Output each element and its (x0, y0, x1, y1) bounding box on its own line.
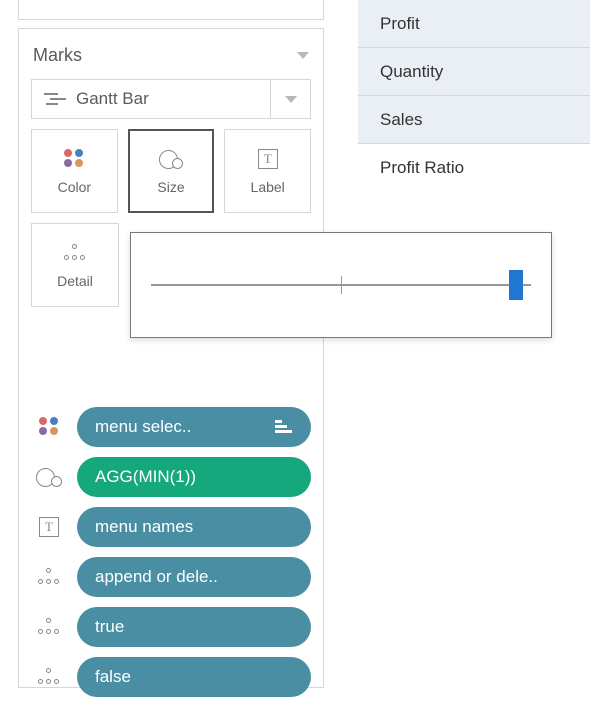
detail-shelf-label: Detail (57, 273, 93, 289)
color-icon (38, 417, 60, 437)
marks-card-header: Marks (29, 35, 313, 75)
size-slider-popup (130, 232, 552, 338)
marks-card: Marks Gantt Bar Color Size T Label (18, 28, 324, 688)
size-slider-track[interactable] (151, 284, 531, 286)
mark-type-display: Gantt Bar (32, 89, 270, 109)
sort-icon (275, 420, 293, 434)
chevron-down-icon (285, 96, 297, 103)
pill-row: Tmenu names (31, 507, 311, 547)
detail-shelf-button[interactable]: Detail (31, 223, 119, 307)
field-pill-label: append or dele.. (95, 567, 218, 587)
measure-item[interactable]: Sales (358, 96, 590, 144)
pill-encoding-button[interactable] (31, 668, 67, 686)
field-pill-label: menu selec.. (95, 417, 191, 437)
card-menu-caret-icon[interactable] (297, 52, 309, 59)
card-stub (18, 0, 324, 20)
gantt-bar-icon (44, 92, 66, 106)
mark-type-dropdown-button[interactable] (270, 80, 310, 118)
pill-encoding-button[interactable] (31, 568, 67, 586)
pill-row: true (31, 607, 311, 647)
field-pill-label: menu names (95, 517, 193, 537)
pill-encoding-button[interactable] (31, 466, 67, 488)
mark-type-label: Gantt Bar (76, 89, 149, 109)
color-icon (63, 149, 85, 169)
color-shelf-button[interactable]: Color (31, 129, 118, 213)
label-shelf-label: Label (251, 179, 285, 195)
shelf-row-1: Color Size T Label (29, 129, 313, 213)
size-icon (36, 466, 62, 488)
detail-icon (38, 668, 60, 686)
slider-center-tick (341, 276, 342, 294)
pill-encoding-button[interactable]: T (31, 517, 67, 537)
detail-icon (64, 244, 86, 262)
pill-row: append or dele.. (31, 557, 311, 597)
field-pill[interactable]: AGG(MIN(1)) (77, 457, 311, 497)
size-slider-thumb[interactable] (509, 270, 523, 300)
field-pill-label: false (95, 667, 131, 687)
field-pill[interactable]: menu names (77, 507, 311, 547)
marks-card-title: Marks (33, 45, 82, 66)
field-pill[interactable]: false (77, 657, 311, 697)
field-pill[interactable]: append or dele.. (77, 557, 311, 597)
field-pill[interactable]: menu selec.. (77, 407, 311, 447)
label-icon: T (258, 149, 278, 169)
size-shelf-button[interactable]: Size (128, 129, 215, 213)
measures-list: Profit Quantity Sales Profit Ratio (358, 0, 590, 192)
field-pill-label: true (95, 617, 124, 637)
marks-pills: menu selec.. AGG(MIN(1)) Tmenu names append… (29, 407, 313, 697)
pill-row: false (31, 657, 311, 697)
mark-type-selector[interactable]: Gantt Bar (31, 79, 311, 119)
field-pill-label: AGG(MIN(1)) (95, 467, 196, 487)
detail-icon (38, 618, 60, 636)
size-icon (159, 148, 183, 170)
measure-item[interactable]: Profit (358, 0, 590, 48)
detail-icon (38, 568, 60, 586)
label-icon: T (39, 517, 59, 537)
pill-encoding-button[interactable] (31, 417, 67, 437)
pill-row: menu selec.. (31, 407, 311, 447)
measure-item[interactable]: Quantity (358, 48, 590, 96)
pill-encoding-button[interactable] (31, 618, 67, 636)
size-shelf-label: Size (157, 179, 184, 195)
label-shelf-button[interactable]: T Label (224, 129, 311, 213)
color-shelf-label: Color (58, 179, 91, 195)
measure-calc-item[interactable]: Profit Ratio (358, 144, 590, 192)
field-pill[interactable]: true (77, 607, 311, 647)
pill-row: AGG(MIN(1)) (31, 457, 311, 497)
